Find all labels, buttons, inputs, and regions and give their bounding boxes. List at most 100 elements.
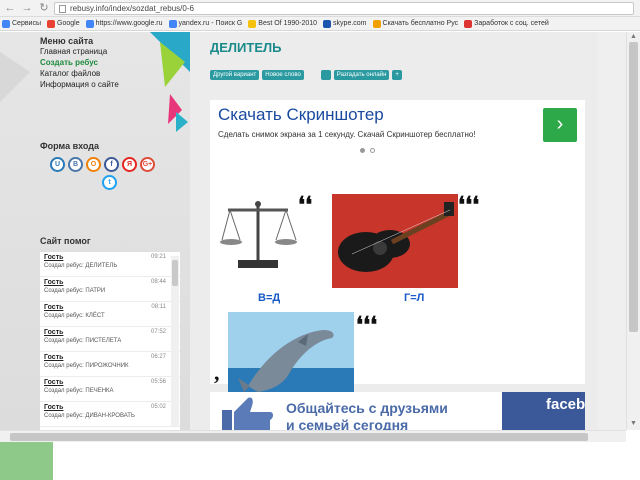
chat-time: 07:52 <box>150 329 166 335</box>
facebook-logo: faceb <box>502 392 585 430</box>
menu-item-create-rebus[interactable]: Создать ребус <box>40 57 119 68</box>
chat-message: Создал ребус: ПИРОЖОЧНИК <box>44 363 129 369</box>
google-login-button[interactable]: G+ <box>140 157 155 172</box>
chat-item: Гость 09:21 Создал ребус: ДЕЛИТЕЛЬ <box>40 252 180 277</box>
page-title: ДЕЛИТЕЛЬ <box>210 40 282 55</box>
menu-item-about[interactable]: Информация о сайте <box>40 79 119 90</box>
vertical-scrollbar[interactable]: ▲ ▼ <box>626 32 640 430</box>
sidebar: Меню сайта Главная страница Создать ребу… <box>0 32 190 430</box>
bookmark-item[interactable]: yandex.ru - Поиск G <box>167 19 242 28</box>
scroll-up-icon[interactable]: ▲ <box>630 33 637 40</box>
chat-item: Гость 07:52 Создал ребус: ПИСТЕЛЕТА <box>40 327 180 352</box>
bookmark-item[interactable]: Скачать бесплатно Рус <box>371 19 458 28</box>
menu-title: Меню сайта <box>40 36 94 46</box>
site-menu: Меню сайта Главная страница Создать ребу… <box>40 36 119 90</box>
ok-login-button[interactable]: О <box>86 157 101 172</box>
banner-line-1: Общайтесь с друзьями <box>286 400 448 416</box>
address-bar[interactable]: rebusy.info/index/sozdat_rebus/0-6 <box>54 2 634 15</box>
chat-message: Создал ребус: ПЕЧЕНКА <box>44 388 114 394</box>
bookmark-item[interactable]: Best Of 1990-2010 <box>246 19 317 28</box>
bookmarks-bar: Сервисы Google https://www.google.ru yan… <box>0 17 640 31</box>
bookmark-icon <box>168 19 177 28</box>
chat-item: Гость 05:02 Создал ребус: ДИВАН-КРОВАТЬ <box>40 402 180 427</box>
social-login: U В О f Я G+ t <box>50 157 180 190</box>
rebus-puzzle: ❛❛ ❛❛❛ В=Д Г=Л ❛❛❛ , <box>210 154 585 404</box>
chat-message: Создал ребус: ДИВАН-КРОВАТЬ <box>44 413 135 419</box>
plus-button[interactable]: + <box>392 70 402 80</box>
chat-message: Создал ребус: ДЕЛИТЕЛЬ <box>44 263 118 269</box>
right-margin <box>598 32 626 430</box>
ad-subtitle: Сделать снимок экрана за 1 секунду. Скач… <box>218 130 476 139</box>
chat-item: Гость 08:11 Создал ребус: КЛЁСТ <box>40 302 180 327</box>
pager-dot[interactable] <box>370 148 375 153</box>
like-thumb-icon <box>222 397 273 430</box>
chat-message: Создал ребус: КЛЁСТ <box>44 313 105 319</box>
bookmark-icon <box>323 19 332 28</box>
horizontal-scroll-thumb[interactable] <box>10 433 588 441</box>
bookmark-item[interactable]: Сервисы <box>0 19 41 28</box>
chat-scrollbar[interactable] <box>171 256 179 426</box>
bookmark-icon <box>2 19 10 28</box>
horizontal-scrollbar[interactable] <box>0 430 626 442</box>
bookmark-item[interactable]: Google <box>45 19 80 28</box>
green-block <box>0 442 53 480</box>
chat-time: 05:56 <box>150 379 166 385</box>
chat-scroll-thumb[interactable] <box>172 260 178 286</box>
main-content: ДЕЛИТЕЛЬ Другой вариант Новое слово Разг… <box>192 32 598 430</box>
pager-dot[interactable] <box>360 148 365 153</box>
back-icon[interactable]: ← <box>3 1 17 15</box>
banner-line-2: и семьей сегодня <box>286 417 409 430</box>
chat-time: 05:02 <box>150 404 166 410</box>
new-word-button[interactable]: Новое слово <box>262 70 304 80</box>
page-icon <box>59 4 66 13</box>
solve-online-button[interactable]: Разгадать онлайн <box>333 70 390 80</box>
chat-time: 08:11 <box>151 304 166 310</box>
ad-title[interactable]: Скачать Скриншотер <box>218 105 384 125</box>
forward-icon[interactable]: → <box>20 1 34 15</box>
guitar-image <box>332 194 458 288</box>
facebook-login-button[interactable]: f <box>104 157 119 172</box>
chat-time: 09:21 <box>150 254 166 260</box>
chat-item: Гость 06:27 Создал ребус: ПИРОЖОЧНИК <box>40 352 180 377</box>
letter-substitution-left: В=Д <box>258 292 281 304</box>
vertical-scroll-thumb[interactable] <box>629 42 638 332</box>
chat-message: Создал ребус: ПАТРИ <box>44 288 106 294</box>
banner-text: Общайтесь с друзьями и семьей сегодня <box>286 400 448 430</box>
ad-banner[interactable]: Скачать Скриншотер Сделать снимок экрана… <box>210 100 585 154</box>
bookmark-item[interactable]: https://www.google.ru <box>84 19 163 28</box>
quote-marks: ❛❛ <box>298 192 313 217</box>
ucoz-login-button[interactable]: U <box>50 157 65 172</box>
ad-go-button[interactable]: › <box>543 108 577 142</box>
facebook-ad-banner[interactable]: Общайтесь с друзьями и семьей сегодня fa… <box>210 392 585 430</box>
scroll-down-icon[interactable]: ▼ <box>630 420 637 427</box>
chat-item: Гость 08:44 Создал ребус: ПАТРИ <box>40 277 180 302</box>
bookmark-item[interactable]: Заработок с соц. сетей <box>462 19 549 28</box>
bookmark-icon <box>47 19 56 28</box>
chat-time: 08:44 <box>150 279 166 285</box>
scales-image <box>220 201 297 268</box>
action-buttons: Другой вариант Новое слово Разгадать онл… <box>210 70 402 80</box>
bookmark-icon <box>85 19 94 28</box>
bookmark-icon <box>372 19 381 28</box>
menu-item-home[interactable]: Главная страница <box>40 46 119 57</box>
bookmark-icon <box>464 19 473 28</box>
vk-login-button[interactable]: В <box>68 157 83 172</box>
another-variant-button[interactable]: Другой вариант <box>210 70 260 80</box>
reload-icon[interactable]: ↻ <box>37 1 51 15</box>
chat-item: Гость 05:56 Создал ребус: ПЕЧЕНКА <box>40 377 180 402</box>
url-text: rebusy.info/index/sozdat_rebus/0-6 <box>70 4 194 13</box>
menu-item-files[interactable]: Каталог файлов <box>40 68 119 79</box>
browser-toolbar: ← → ↻ rebusy.info/index/sozdat_rebus/0-6 <box>0 0 640 17</box>
letter-substitution-right: Г=Л <box>404 292 425 304</box>
twitter-login-button[interactable]: t <box>102 175 117 190</box>
ad-pager <box>360 148 375 153</box>
dolphin-image <box>228 312 354 404</box>
comma-mark: , <box>214 360 220 385</box>
bookmark-icon <box>248 19 257 28</box>
chat-list: Гость 09:21 Создал ребус: ДЕЛИТЕЛЬ Гость… <box>40 252 180 430</box>
bookmark-item[interactable]: skype.com <box>321 19 367 28</box>
yandex-login-button[interactable]: Я <box>122 157 137 172</box>
blank-button[interactable] <box>320 70 331 80</box>
page-viewport: Меню сайта Главная страница Создать ребу… <box>0 32 626 430</box>
quote-marks: ❛❛❛ <box>458 192 480 217</box>
